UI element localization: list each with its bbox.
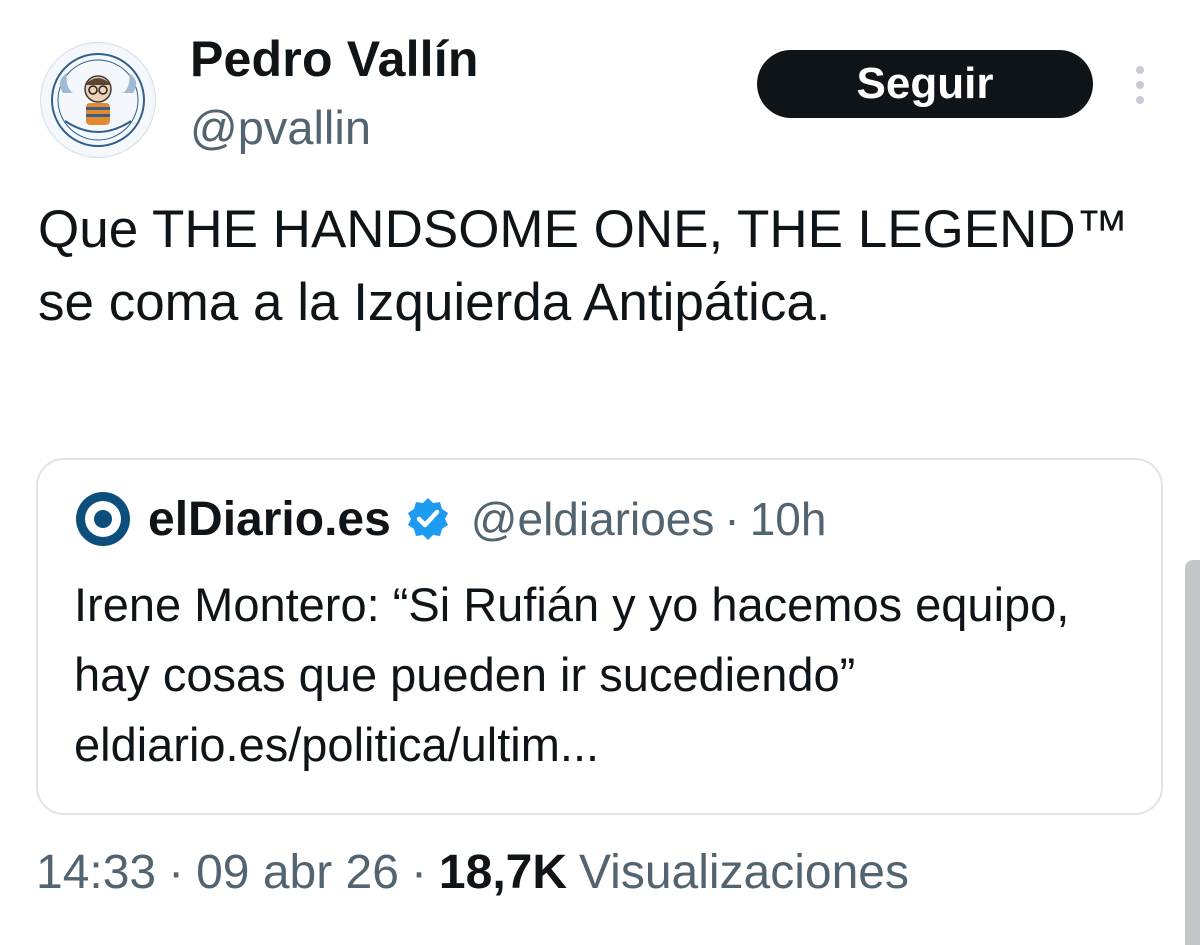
quoted-separator: · <box>724 493 740 545</box>
meta-separator: · <box>168 846 185 899</box>
meta-separator: · <box>410 846 427 899</box>
more-options-button[interactable] <box>1126 62 1154 108</box>
more-vertical-icon <box>1136 66 1144 104</box>
author-avatar[interactable] <box>40 42 156 158</box>
author-name[interactable]: Pedro Vallín <box>190 30 479 88</box>
views-label[interactable]: Visualizaciones <box>579 845 909 900</box>
follow-button[interactable]: Seguir <box>757 50 1093 118</box>
quoted-author-name[interactable]: elDiario.es <box>148 492 391 547</box>
quoted-author-handle[interactable]: @eldiarioes <box>471 492 715 546</box>
eldiario-logo-icon <box>76 492 130 546</box>
tweet-time[interactable]: 14:33 <box>36 845 156 900</box>
profile-caricature-seal-icon <box>43 45 153 155</box>
author-handle[interactable]: @pvallin <box>190 100 371 155</box>
tweet-meta: 14:33 · 09 abr 26 · 18,7K Visualizacione… <box>36 845 909 900</box>
verified-badge-icon <box>407 498 448 540</box>
quoted-tweet-text: Irene Montero: “Si Rufián y yo hacemos e… <box>74 578 1070 771</box>
tweet-card: Pedro Vallín @pvallin Seguir Que THE HAN… <box>0 0 1200 945</box>
views-count[interactable]: 18,7K <box>439 845 567 900</box>
quoted-tweet-header: elDiario.es @eldiarioes · 10h <box>74 484 826 554</box>
tweet-text: Que THE HANDSOME ONE, THE LEGEND™ se com… <box>38 200 1129 332</box>
quoted-tweet-card[interactable]: elDiario.es @eldiarioes · 10h Irene Mont… <box>36 458 1163 815</box>
scrollbar-thumb[interactable] <box>1185 560 1200 945</box>
quoted-timestamp[interactable]: 10h <box>750 492 827 546</box>
tweet-date[interactable]: 09 abr 26 <box>196 845 399 900</box>
